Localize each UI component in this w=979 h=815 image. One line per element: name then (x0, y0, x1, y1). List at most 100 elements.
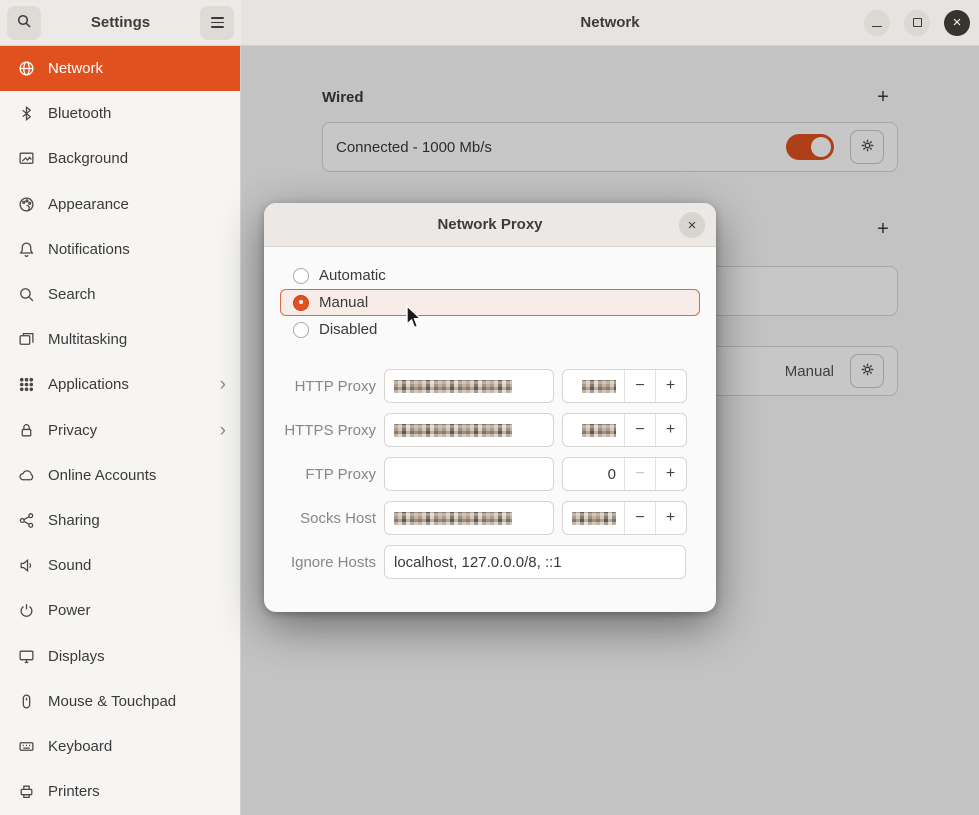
socks-port-value[interactable] (563, 502, 625, 534)
window-controls: × (864, 10, 970, 36)
http-port-increment-button[interactable]: + (655, 370, 685, 402)
ftp-proxy-input[interactable] (384, 457, 554, 491)
proxy-form: HTTP Proxy − + HTTPS Proxy (280, 369, 700, 579)
sidebar-item-mouse-touchpad[interactable]: Mouse & Touchpad (0, 679, 240, 724)
ftp-port-value[interactable]: 0 (563, 458, 625, 490)
ignore-hosts-row: Ignore Hosts localhost, 127.0.0.0/8, ::1 (280, 545, 700, 579)
menu-button[interactable] (200, 6, 234, 40)
minimize-icon (872, 26, 882, 28)
chevron-right-icon: › (220, 421, 226, 440)
main-headerbar: Network × (241, 0, 979, 46)
sidebar-item-privacy[interactable]: Privacy › (0, 408, 240, 453)
radio-checked-icon (293, 295, 309, 311)
redacted-value (394, 380, 512, 393)
socks-port-decrement-button[interactable]: − (625, 502, 655, 534)
https-proxy-input[interactable] (384, 413, 554, 447)
headerbar: Settings Network × (0, 0, 979, 46)
radio-disabled[interactable]: Disabled (280, 316, 700, 343)
sidebar-item-keyboard[interactable]: Keyboard (0, 724, 240, 769)
http-proxy-input[interactable] (384, 369, 554, 403)
https-port-spinner: − + (562, 413, 687, 447)
https-proxy-row: HTTPS Proxy − + (280, 413, 700, 447)
dialog-body: Automatic Manual Disabled HTTP Proxy (264, 247, 716, 579)
sidebar-item-applications[interactable]: Applications › (0, 362, 240, 407)
share-icon (18, 512, 35, 529)
sidebar-item-online-accounts[interactable]: Online Accounts (0, 453, 240, 498)
sidebar-item-displays[interactable]: Displays (0, 633, 240, 678)
sidebar-item-label: Privacy (48, 422, 97, 439)
ftp-port-spinner: 0 − + (562, 457, 687, 491)
settings-window: Settings Network × Network (0, 0, 979, 815)
http-proxy-row: HTTP Proxy − + (280, 369, 700, 403)
radio-icon (293, 322, 309, 338)
ignore-hosts-input[interactable]: localhost, 127.0.0.0/8, ::1 (384, 545, 686, 579)
sidebar-item-label: Online Accounts (48, 467, 156, 484)
maximize-button[interactable] (904, 10, 930, 36)
http-port-value[interactable] (563, 370, 625, 402)
sidebar-item-sound[interactable]: Sound (0, 543, 240, 588)
sidebar-item-label: Network (48, 60, 103, 77)
minimize-button[interactable] (864, 10, 890, 36)
search-icon (16, 13, 32, 32)
sidebar-item-label: Displays (48, 648, 105, 665)
network-icon (18, 60, 35, 77)
chevron-right-icon: › (220, 375, 226, 394)
sidebar-item-background[interactable]: Background (0, 136, 240, 181)
sidebar-item-label: Sharing (48, 512, 100, 529)
sidebar-item-label: Applications (48, 376, 129, 393)
radio-automatic[interactable]: Automatic (280, 262, 700, 289)
socks-port-spinner: − + (562, 501, 687, 535)
http-port-decrement-button[interactable]: − (625, 370, 655, 402)
sidebar-item-label: Search (48, 286, 96, 303)
https-proxy-label: HTTPS Proxy (280, 422, 376, 439)
background-icon (18, 150, 35, 167)
speaker-icon (18, 557, 35, 574)
radio-label: Disabled (319, 321, 377, 338)
close-dialog-button[interactable]: × (679, 212, 705, 238)
https-port-increment-button[interactable]: + (655, 414, 685, 446)
socks-port-increment-button[interactable]: + (655, 502, 685, 534)
sidebar-item-label: Bluetooth (48, 105, 111, 122)
dialog-title: Network Proxy (437, 216, 542, 233)
socks-host-input[interactable] (384, 501, 554, 535)
sidebar-item-search[interactable]: Search (0, 272, 240, 317)
radio-manual[interactable]: Manual (280, 289, 700, 316)
sidebar-item-label: Mouse & Touchpad (48, 693, 176, 710)
cloud-icon (18, 467, 35, 484)
socks-host-label: Socks Host (280, 510, 376, 527)
ignore-hosts-value: localhost, 127.0.0.0/8, ::1 (394, 554, 562, 571)
printer-icon (18, 783, 35, 800)
network-proxy-dialog: Network Proxy × Automatic Manual Disable… (264, 203, 716, 612)
ftp-port-increment-button[interactable]: + (655, 458, 685, 490)
radio-label: Automatic (319, 267, 386, 284)
keyboard-icon (18, 738, 35, 755)
sidebar-item-notifications[interactable]: Notifications (0, 227, 240, 272)
sidebar-item-appearance[interactable]: Appearance (0, 182, 240, 227)
ftp-proxy-row: FTP Proxy 0 − + (280, 457, 700, 491)
sidebar-item-label: Appearance (48, 196, 129, 213)
radio-icon (293, 268, 309, 284)
hamburger-icon (211, 17, 224, 28)
display-icon (18, 648, 35, 665)
close-window-button[interactable]: × (944, 10, 970, 36)
sidebar-item-printers[interactable]: Printers (0, 769, 240, 814)
appearance-icon (18, 196, 35, 213)
sidebar-item-network[interactable]: Network (0, 46, 240, 91)
sidebar-item-power[interactable]: Power (0, 588, 240, 633)
redacted-value (582, 380, 616, 393)
https-port-decrement-button[interactable]: − (625, 414, 655, 446)
sidebar: Network Bluetooth Background (0, 46, 241, 815)
multitasking-icon (18, 331, 35, 348)
https-port-value[interactable] (563, 414, 625, 446)
search-button[interactable] (7, 6, 41, 40)
sidebar-item-bluetooth[interactable]: Bluetooth (0, 91, 240, 136)
sidebar-item-multitasking[interactable]: Multitasking (0, 317, 240, 362)
bluetooth-icon (18, 105, 35, 122)
power-icon (18, 602, 35, 619)
sidebar-item-sharing[interactable]: Sharing (0, 498, 240, 543)
sidebar-item-label: Notifications (48, 241, 130, 258)
mouse-icon (18, 693, 35, 710)
ftp-port-decrement-button[interactable]: − (625, 458, 655, 490)
dialog-header: Network Proxy × (264, 203, 716, 247)
redacted-value (394, 512, 512, 525)
